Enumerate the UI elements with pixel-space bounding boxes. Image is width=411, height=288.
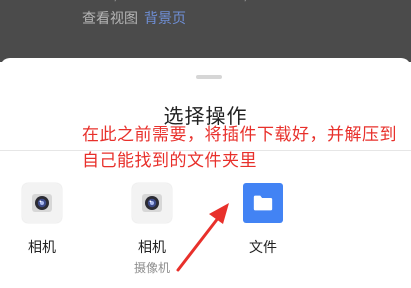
annotation-arrow [176,203,229,272]
